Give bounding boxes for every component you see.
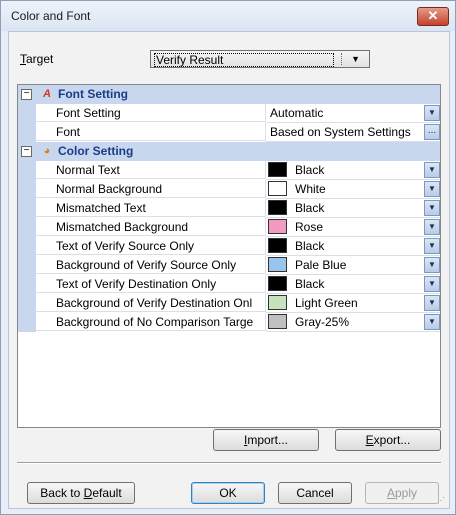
resize-grip-icon[interactable]: ⋰ <box>437 496 447 506</box>
chevron-down-icon[interactable]: ▼ <box>424 295 440 311</box>
color-swatch <box>268 314 287 329</box>
import-button[interactable]: Import... <box>213 429 319 451</box>
property-value[interactable]: Based on System Settings ... <box>266 123 440 142</box>
title-bar: Color and Font ✕ <box>1 1 455 31</box>
collapse-toggle[interactable]: − <box>21 89 32 100</box>
color-swatch <box>268 219 287 234</box>
property-value[interactable]: Automatic ▼ <box>266 104 440 123</box>
chevron-down-icon[interactable]: ▼ <box>424 181 440 197</box>
category-font-setting[interactable]: − A Font Setting <box>18 85 440 104</box>
chevron-down-icon[interactable]: ▼ <box>424 257 440 273</box>
property-row-color[interactable]: Background of No Comparison Targe Gray-2… <box>18 313 440 332</box>
color-palette-icon: ◕ <box>43 145 51 157</box>
chevron-down-icon[interactable]: ▼ <box>424 219 440 235</box>
color-and-font-dialog: Color and Font ✕ Target Verify Result ▼ … <box>0 0 456 515</box>
color-swatch <box>268 295 287 310</box>
chevron-down-icon[interactable]: ▼ <box>424 276 440 292</box>
chevron-down-icon[interactable]: ▼ <box>424 238 440 254</box>
export-button[interactable]: Export... <box>335 429 441 451</box>
chevron-down-icon: ▼ <box>351 54 360 64</box>
property-row-font-setting[interactable]: Font Setting Automatic ▼ <box>18 104 440 123</box>
property-row-color[interactable]: Text of Verify Source Only Black ▼ <box>18 237 440 256</box>
property-row-color[interactable]: Background of Verify Source Only Pale Bl… <box>18 256 440 275</box>
property-row-color[interactable]: Normal Background White ▼ <box>18 180 440 199</box>
ellipsis-icon[interactable]: ... <box>424 124 440 140</box>
property-value[interactable]: Black ▼ <box>266 161 440 180</box>
close-icon: ✕ <box>427 8 439 23</box>
separator <box>17 462 441 464</box>
collapse-toggle[interactable]: − <box>21 146 32 157</box>
property-row-color[interactable]: Text of Verify Destination Only Black ▼ <box>18 275 440 294</box>
target-label: Target <box>20 52 54 66</box>
category-color-setting[interactable]: − ◕ Color Setting <box>18 142 440 161</box>
color-swatch <box>268 200 287 215</box>
property-grid[interactable]: − A Font Setting Font Setting Automatic … <box>17 84 441 428</box>
window-title: Color and Font <box>11 9 91 23</box>
ok-button[interactable]: OK <box>191 482 265 504</box>
close-button[interactable]: ✕ <box>417 7 449 26</box>
color-swatch <box>268 238 287 253</box>
font-setting-icon: A <box>43 88 51 100</box>
property-value[interactable]: Black ▼ <box>266 275 440 294</box>
property-value[interactable]: Black ▼ <box>266 237 440 256</box>
cancel-button[interactable]: Cancel <box>278 482 352 504</box>
chevron-down-icon[interactable]: ▼ <box>424 105 440 121</box>
color-swatch <box>268 276 287 291</box>
property-row-color[interactable]: Mismatched Background Rose ▼ <box>18 218 440 237</box>
property-value[interactable]: Gray-25% ▼ <box>266 313 440 332</box>
property-value[interactable]: Rose ▼ <box>266 218 440 237</box>
chevron-down-icon[interactable]: ▼ <box>424 200 440 216</box>
property-row-font[interactable]: Font Based on System Settings ... <box>18 123 440 142</box>
color-swatch <box>268 181 287 196</box>
target-dropdown[interactable]: Verify Result ▼ <box>150 50 370 68</box>
property-value[interactable]: Pale Blue ▼ <box>266 256 440 275</box>
property-row-color[interactable]: Mismatched Text Black ▼ <box>18 199 440 218</box>
property-value[interactable]: White ▼ <box>266 180 440 199</box>
property-value[interactable]: Light Green ▼ <box>266 294 440 313</box>
dialog-body: Target Verify Result ▼ − A Font Setting … <box>8 31 450 509</box>
apply-button[interactable]: Apply <box>365 482 439 504</box>
color-swatch <box>268 257 287 272</box>
color-swatch <box>268 162 287 177</box>
target-value: Verify Result <box>154 53 335 67</box>
property-value[interactable]: Black ▼ <box>266 199 440 218</box>
back-to-default-button[interactable]: Back to Default <box>27 482 135 504</box>
property-row-color[interactable]: Normal Text Black ▼ <box>18 161 440 180</box>
chevron-down-icon[interactable]: ▼ <box>424 314 440 330</box>
property-row-color[interactable]: Background of Verify Destination Onl Lig… <box>18 294 440 313</box>
chevron-down-icon[interactable]: ▼ <box>424 162 440 178</box>
